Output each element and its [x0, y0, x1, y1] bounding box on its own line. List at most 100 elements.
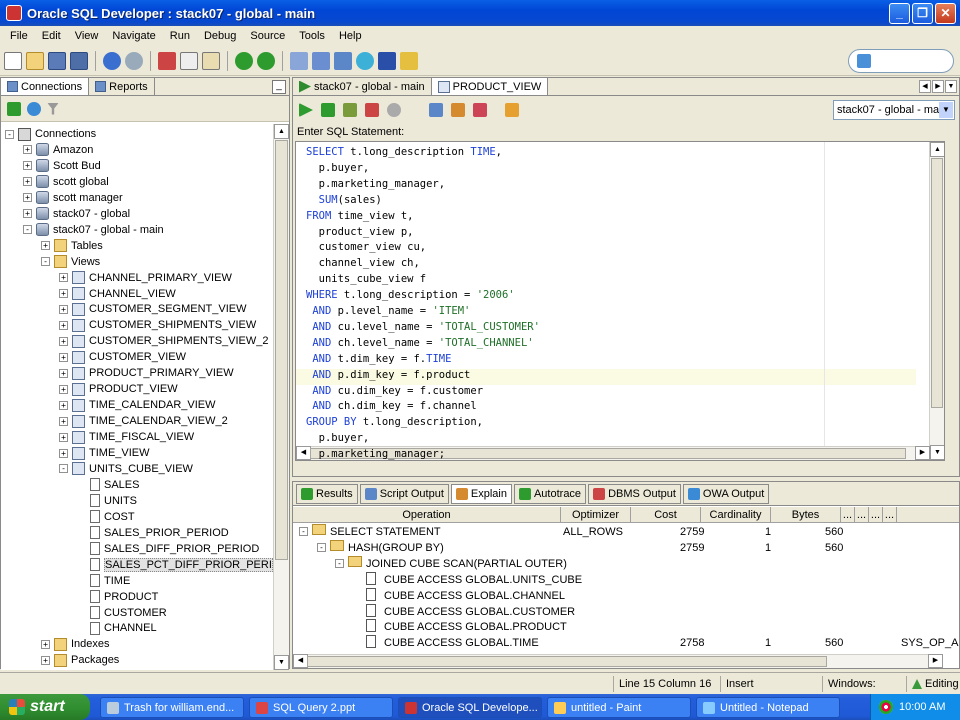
scroll-up-icon[interactable]: ▲	[930, 142, 944, 157]
menu-help[interactable]: Help	[332, 30, 369, 42]
taskbar-button[interactable]: Trash for william.end...	[100, 697, 244, 718]
tree-node[interactable]: - UNITS_CUBE_VIEW	[59, 461, 193, 477]
tab-right-icon[interactable]: ▶	[932, 80, 944, 93]
autotrace-icon[interactable]	[473, 103, 487, 117]
tree-node[interactable]: - Views	[41, 254, 100, 270]
tab-autotrace[interactable]: Autotrace	[513, 483, 587, 504]
expand-icon[interactable]: +	[59, 448, 68, 458]
column-header[interactable]: Bytes	[771, 507, 841, 523]
tree-node[interactable]: + Scott Bud	[23, 158, 101, 174]
rollback-icon[interactable]	[365, 103, 379, 117]
tree-node[interactable]: + TIME_FISCAL_VIEW	[59, 429, 194, 445]
tree-node[interactable]: + Packages	[41, 652, 119, 668]
tree-node[interactable]: + scott manager	[23, 190, 123, 206]
forward-icon[interactable]	[257, 51, 275, 70]
refresh-icon[interactable]	[27, 101, 41, 116]
expand-icon[interactable]: +	[41, 241, 50, 251]
expand-icon[interactable]: +	[59, 336, 68, 346]
expand-icon[interactable]: +	[23, 145, 32, 155]
scroll-down-icon[interactable]: ▼	[274, 655, 289, 670]
taskbar-button[interactable]: SQL Query 2.ppt	[249, 697, 393, 718]
cut-icon[interactable]	[158, 51, 176, 70]
connection-select[interactable]: stack07 - global - main ▼	[833, 100, 955, 120]
tree-node[interactable]: SALES_PCT_DIFF_PRIOR_PERI	[77, 557, 273, 573]
run-script-icon[interactable]	[321, 103, 335, 117]
scroll-thumb[interactable]	[931, 158, 943, 408]
start-button[interactable]: start	[0, 694, 90, 720]
scroll-left-icon[interactable]: ◀	[293, 654, 308, 668]
schema-icon[interactable]	[334, 51, 352, 70]
tab-results[interactable]: Results	[296, 483, 358, 504]
menu-view[interactable]: View	[68, 30, 106, 42]
undo-icon[interactable]	[103, 51, 121, 70]
expand-icon[interactable]: +	[59, 320, 68, 330]
redo-icon[interactable]	[125, 51, 143, 70]
tree-node[interactable]: PRODUCT	[77, 589, 158, 605]
menu-tools[interactable]: Tools	[292, 30, 332, 42]
expand-icon[interactable]: +	[41, 639, 50, 649]
tree-node[interactable]: COST	[77, 509, 135, 525]
tree-node[interactable]: TIME	[77, 573, 130, 589]
menu-source[interactable]: Source	[243, 30, 292, 42]
tree-node[interactable]: + Indexes	[41, 636, 110, 652]
tree-node[interactable]: + TIME_CALENDAR_VIEW_2	[59, 413, 228, 429]
tree-node[interactable]: SALES_DIFF_PRIOR_PERIOD	[77, 541, 259, 557]
collapse-icon[interactable]: -	[335, 558, 344, 568]
expand-icon[interactable]: +	[41, 655, 50, 665]
tab-left-icon[interactable]: ◀	[919, 80, 931, 93]
expand-icon[interactable]: +	[23, 161, 32, 171]
tree-node[interactable]: + Tables	[41, 238, 103, 254]
copy-icon[interactable]	[180, 51, 198, 70]
taskbar-button[interactable]: untitled - Paint	[547, 697, 691, 718]
results-hscrollbar[interactable]: ◀ ▶	[293, 654, 943, 668]
filter-icon[interactable]	[47, 102, 59, 115]
scroll-right-icon[interactable]: ▶	[915, 446, 930, 460]
menu-navigate[interactable]: Navigate	[105, 30, 162, 42]
tree-node[interactable]: SALES	[77, 477, 139, 493]
collapse-icon[interactable]: -	[41, 257, 50, 267]
expand-icon[interactable]: +	[59, 352, 68, 362]
collapse-icon[interactable]: -	[23, 225, 32, 235]
search-input[interactable]	[848, 49, 954, 73]
tab-dbms-output[interactable]: DBMS Output	[588, 483, 681, 504]
new-icon[interactable]	[4, 51, 22, 70]
collapse-icon[interactable]: -	[59, 464, 68, 474]
collapse-icon[interactable]: -	[317, 542, 326, 552]
expand-icon[interactable]: +	[59, 432, 68, 442]
tree-node[interactable]: + CUSTOMER_SHIPMENTS_VIEW	[59, 317, 256, 333]
word-icon[interactable]	[378, 51, 396, 70]
close-button[interactable]: ✕	[935, 2, 956, 24]
menu-edit[interactable]: Edit	[35, 30, 68, 42]
scroll-thumb[interactable]	[275, 140, 288, 560]
chrome-icon[interactable]	[879, 700, 893, 714]
minimize-panel-button[interactable]: _	[272, 80, 286, 94]
column-header[interactable]: Optimizer	[561, 507, 631, 523]
scroll-up-icon[interactable]: ▲	[274, 124, 289, 139]
sql-worksheet-icon[interactable]	[290, 51, 308, 70]
scroll-thumb[interactable]	[307, 656, 827, 667]
database-icon[interactable]	[312, 51, 330, 70]
plan-row[interactable]: - HASH(GROUP BY) 2759 1 560	[293, 539, 959, 556]
back-icon[interactable]	[235, 51, 253, 70]
collapse-icon[interactable]: -	[299, 527, 308, 536]
collapse-icon[interactable]: -	[5, 129, 14, 139]
expand-icon[interactable]: +	[59, 273, 68, 283]
paste-icon[interactable]	[202, 51, 220, 70]
minimize-button[interactable]: _	[889, 2, 910, 24]
expand-icon[interactable]: +	[59, 304, 68, 314]
commit-icon[interactable]	[343, 103, 357, 117]
expand-icon[interactable]: +	[59, 368, 68, 378]
taskbar-button[interactable]: Untitled - Notepad	[696, 697, 840, 718]
expand-icon[interactable]: +	[23, 193, 32, 203]
tab-worksheet[interactable]: stack07 - global - main	[293, 78, 432, 95]
tab-list-icon[interactable]: ▼	[945, 80, 957, 93]
web-icon[interactable]	[356, 51, 374, 70]
maximize-button[interactable]: ❐	[912, 2, 933, 24]
tree-node[interactable]: - stack07 - global - main	[23, 222, 164, 238]
expand-icon[interactable]: +	[59, 289, 68, 298]
tree-node[interactable]: - Connections	[5, 126, 96, 142]
tree-node[interactable]: + PRODUCT_VIEW	[59, 381, 178, 397]
tree-node[interactable]: + CUSTOMER_SHIPMENTS_VIEW_2	[59, 333, 269, 349]
plan-row[interactable]: CUBE ACCESS GLOBAL.CUSTOMER	[293, 603, 959, 620]
tab-script-output[interactable]: Script Output	[359, 483, 449, 504]
